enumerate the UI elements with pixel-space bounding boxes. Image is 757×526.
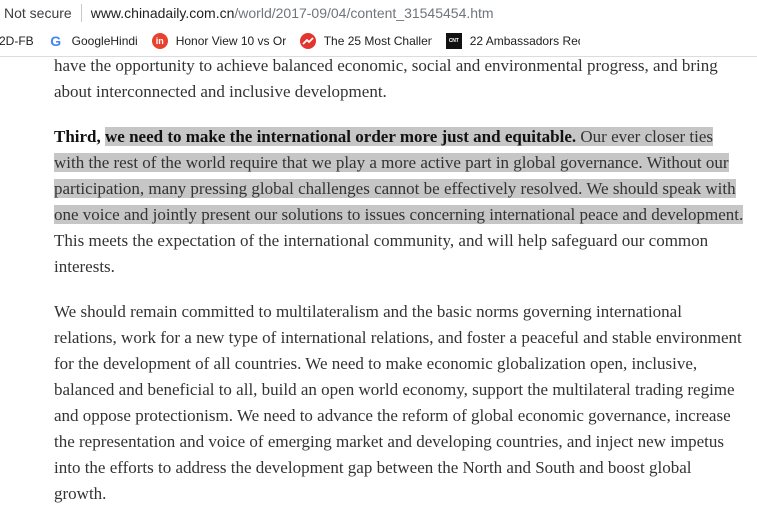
- google-icon: G: [50, 33, 62, 49]
- trending-icon: [299, 33, 316, 49]
- url-host: www.chinadaily.com.cn: [90, 5, 235, 21]
- bookmark-honor-view[interactable]: in Honor View 10 vs Or: [151, 26, 286, 56]
- bookmark-2d-fb[interactable]: 2D-FB: [0, 26, 34, 56]
- url-path: /world/2017-09/04/content_31545454.htm: [234, 5, 494, 21]
- address-bar[interactable]: Not secure www.chinadaily.com.cn/world/2…: [0, 0, 757, 26]
- bookmark-googlehindi[interactable]: G GoogleHindi: [48, 26, 138, 56]
- highlighted-bold-text: we need to make the international order …: [105, 127, 577, 146]
- article-body: have the opportunity to achieve balanced…: [54, 53, 744, 526]
- cnt-icon: CNT: [445, 33, 462, 49]
- paragraph-1: have the opportunity to achieve balanced…: [54, 56, 718, 101]
- security-indicator[interactable]: Not secure: [0, 5, 72, 21]
- in-icon: in: [151, 33, 168, 49]
- paragraph-2-rest: This meets the expectation of the intern…: [54, 231, 709, 276]
- bookmark-label: 22 Ambassadors Rec: [469, 34, 580, 48]
- bookmark-label: The 25 Most Challen: [323, 34, 432, 48]
- bookmark-label: 2D-FB: [0, 34, 34, 48]
- bookmark-22-ambassadors[interactable]: CNT 22 Ambassadors Rec: [445, 26, 580, 56]
- paragraph-lead: Third,: [54, 127, 101, 146]
- paragraph-3: We should remain committed to multilater…: [54, 302, 742, 503]
- bookmark-label: GoogleHindi: [71, 34, 138, 48]
- url-text[interactable]: www.chinadaily.com.cn/world/2017-09/04/c…: [91, 5, 494, 21]
- address-divider: [80, 4, 82, 22]
- bookmark-label: Honor View 10 vs Or: [175, 34, 286, 48]
- paragraph-2: Third, we need to make the international…: [54, 124, 744, 280]
- bookmark-25-most-challenging[interactable]: The 25 Most Challen: [299, 26, 432, 56]
